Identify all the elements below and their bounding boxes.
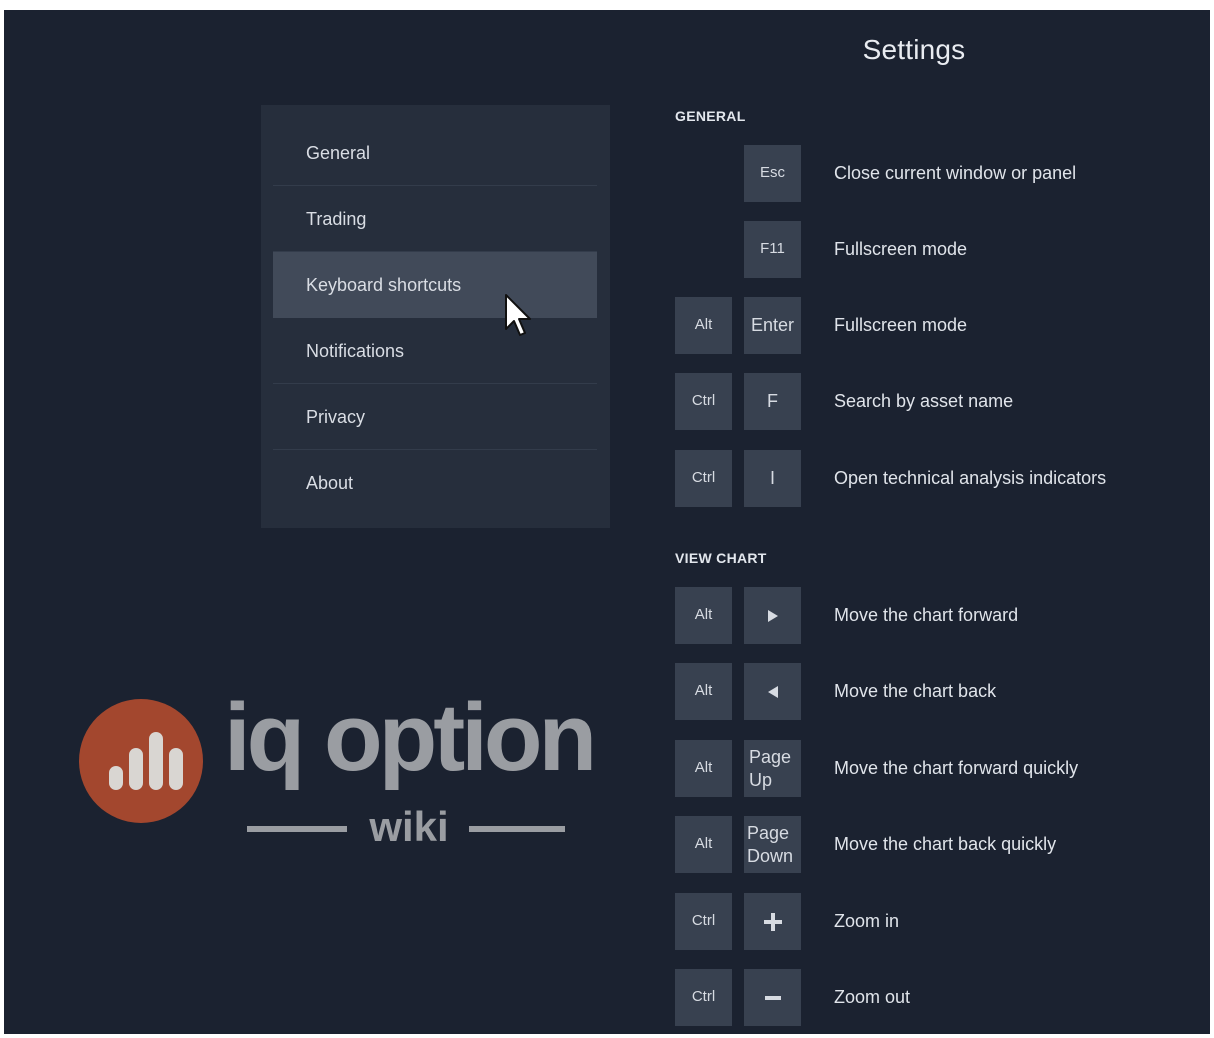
key-label: Page Down <box>747 823 794 866</box>
key-esc: Esc <box>744 145 801 202</box>
menu-item-keyboard-shortcuts[interactable]: Keyboard shortcuts <box>273 252 597 318</box>
menu-item-notifications[interactable]: Notifications <box>273 318 597 384</box>
key-alt: Alt <box>675 740 732 797</box>
shortcut-description: Fullscreen mode <box>834 315 968 335</box>
key-alt: Alt <box>675 587 732 644</box>
menu-item-about[interactable]: About <box>273 450 597 516</box>
arrow-left-icon <box>767 685 778 698</box>
key-alt: Alt <box>675 297 732 354</box>
key-f: F <box>744 373 801 430</box>
watermark-line <box>247 826 347 832</box>
key-page-down: Page Down <box>744 816 801 873</box>
watermark-brand: iq option <box>224 684 597 791</box>
key-i: I <box>744 450 801 507</box>
key-label: Page Up <box>749 747 792 790</box>
key-ctrl: Ctrl <box>675 969 732 1026</box>
key-ctrl: Ctrl <box>675 893 732 950</box>
watermark-logo-icon <box>79 699 203 823</box>
key-arrow-left <box>744 663 801 720</box>
arrow-right-icon <box>767 609 778 622</box>
key-ctrl: Ctrl <box>675 450 732 507</box>
key-arrow-right <box>744 587 801 644</box>
key-f11: F11 <box>744 221 801 278</box>
settings-window: Settings General Trading Keyboard shortc… <box>4 10 1210 1034</box>
key-enter: Enter <box>744 297 801 354</box>
plus-icon <box>763 912 782 931</box>
menu-item-general[interactable]: General <box>273 120 597 186</box>
key-plus <box>744 893 801 950</box>
minus-icon <box>764 995 781 1000</box>
shortcut-description: Close current window or panel <box>834 163 1077 183</box>
menu-item-privacy[interactable]: Privacy <box>273 384 597 450</box>
key-ctrl: Ctrl <box>675 373 732 430</box>
page-title: Settings <box>862 34 966 65</box>
section-title-view-chart: VIEW CHART <box>675 550 767 566</box>
section-title-general: GENERAL <box>675 108 746 124</box>
shortcut-description: Open technical analysis indicators <box>834 468 1107 488</box>
key-minus <box>744 969 801 1026</box>
key-alt: Alt <box>675 816 732 873</box>
menu-item-trading[interactable]: Trading <box>273 186 597 252</box>
key-alt: Alt <box>675 663 732 720</box>
settings-menu: General Trading Keyboard shortcuts Notif… <box>261 105 610 528</box>
shortcut-description: Zoom in <box>834 911 900 931</box>
watermark-line <box>469 826 565 832</box>
shortcut-description: Search by asset name <box>834 391 1014 411</box>
shortcut-description: Move the chart back quickly <box>834 834 1057 854</box>
shortcut-description: Zoom out <box>834 987 911 1007</box>
shortcut-description: Move the chart forward quickly <box>834 758 1079 778</box>
shortcut-description: Fullscreen mode <box>834 239 968 259</box>
mouse-pointer-icon <box>505 294 531 336</box>
key-page-up: Page Up <box>744 740 801 797</box>
watermark-sub: wiki <box>369 803 449 850</box>
shortcut-description: Move the chart forward <box>834 605 1019 625</box>
shortcut-description: Move the chart back <box>834 681 997 701</box>
